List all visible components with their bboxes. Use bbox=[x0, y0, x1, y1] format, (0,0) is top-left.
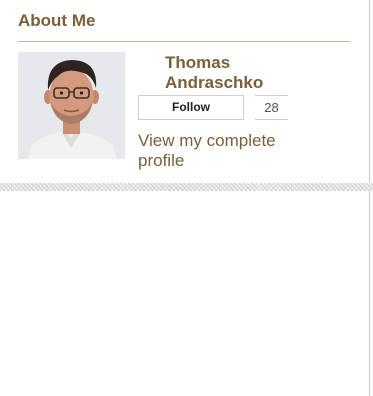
author-name-link[interactable]: Thomas Andraschko bbox=[165, 53, 295, 93]
profile-avatar-image bbox=[18, 52, 125, 159]
sidebar-border bbox=[369, 0, 370, 396]
about-me-widget: About Me Thomas Andraschko Follow 28 Vie… bbox=[0, 0, 369, 184]
widget-title: About Me bbox=[18, 11, 96, 30]
follow-button[interactable]: Follow bbox=[138, 95, 244, 120]
title-rule bbox=[18, 41, 350, 42]
page: About Me Thomas Andraschko Follow 28 Vie… bbox=[0, 0, 373, 396]
follower-count: 28 bbox=[255, 95, 288, 120]
view-complete-profile-link[interactable]: View my complete profile bbox=[138, 131, 303, 171]
profile-photo[interactable] bbox=[18, 52, 125, 159]
section-divider bbox=[0, 183, 373, 191]
